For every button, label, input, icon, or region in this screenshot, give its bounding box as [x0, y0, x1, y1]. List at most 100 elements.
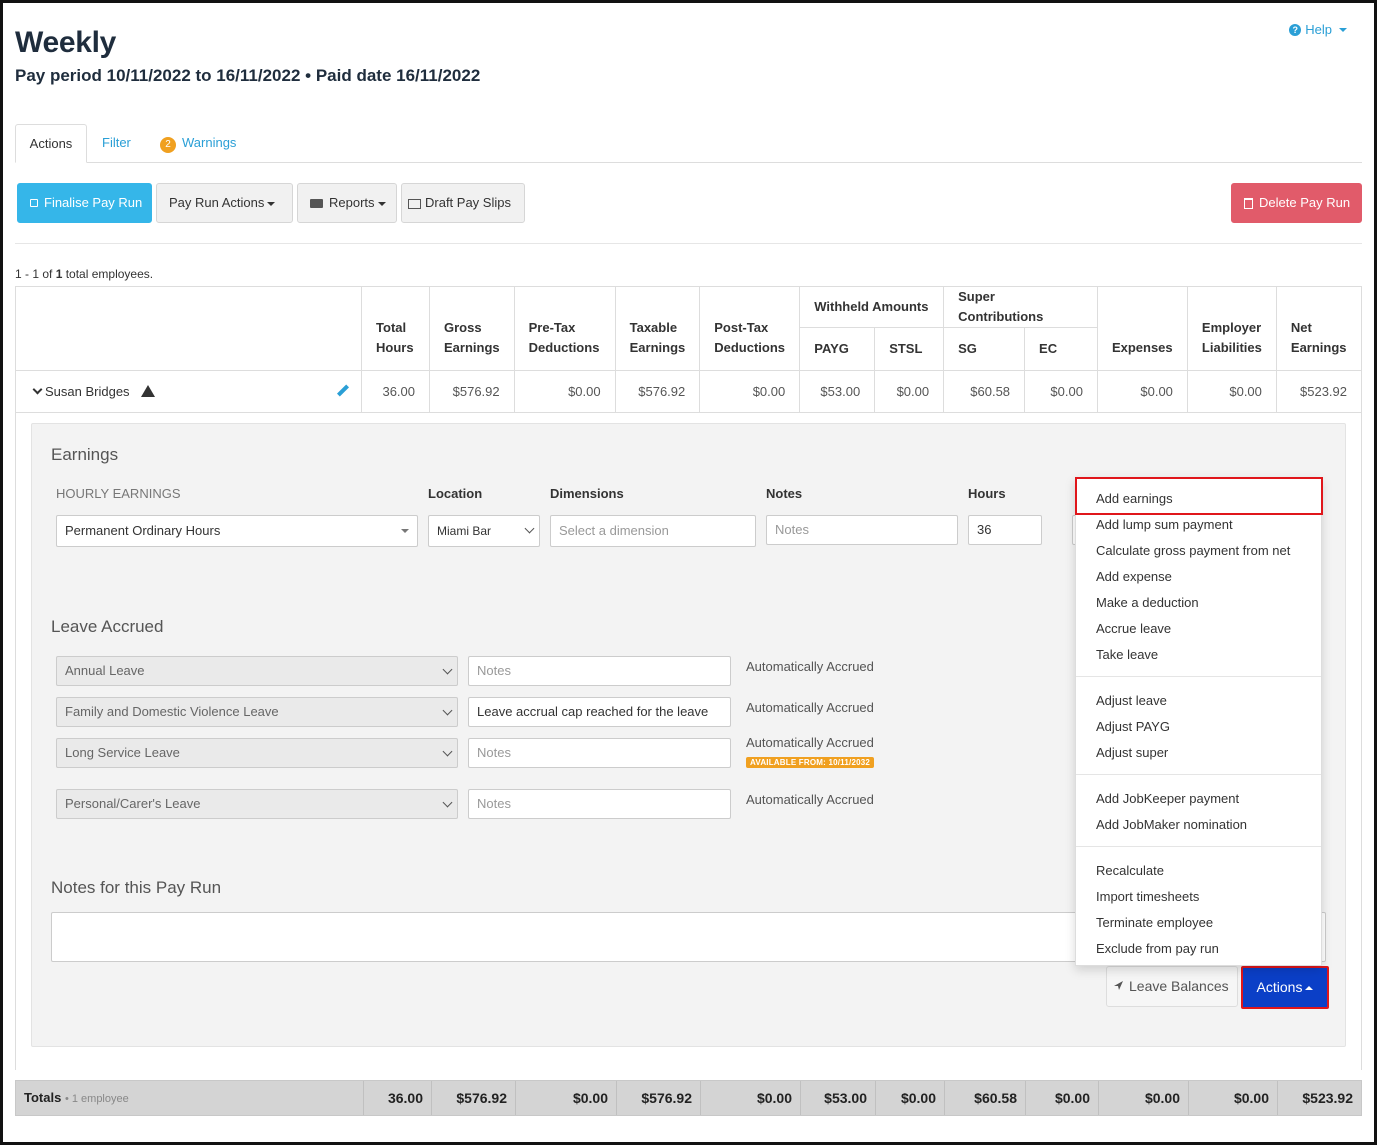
- delete-pay-run-button[interactable]: Delete Pay Run: [1231, 183, 1362, 223]
- actions-button[interactable]: Actions: [1241, 966, 1329, 1009]
- menu-item-calculate-gross-from-net[interactable]: Calculate gross payment from net: [1096, 543, 1290, 558]
- leave-type-select[interactable]: Family and Domestic Violence Leave: [56, 697, 458, 727]
- chevron-down-icon[interactable]: [32, 384, 43, 395]
- accrual-status: Automatically Accrued: [746, 792, 874, 807]
- tab-label: Warnings: [182, 135, 237, 150]
- totals-label: Totals • 1 employee: [24, 1090, 129, 1105]
- total-pretax: $0.00: [515, 1081, 616, 1115]
- total-expenses: $0.00: [1098, 1081, 1188, 1115]
- menu-item-add-lump-sum-payment[interactable]: Add lump sum payment: [1096, 517, 1233, 532]
- leave-notes-input[interactable]: Notes: [468, 738, 731, 768]
- menu-item-add-expense[interactable]: Add expense: [1096, 569, 1172, 584]
- menu-item-import-timesheets[interactable]: Import timesheets: [1096, 889, 1199, 904]
- cell-employer: $0.00: [1186, 370, 1277, 413]
- highlight-box: [1075, 477, 1323, 515]
- header-sg: SG: [943, 327, 1026, 371]
- menu-divider: [1076, 846, 1321, 847]
- leave-type-select[interactable]: Personal/Carer's Leave: [56, 789, 458, 819]
- document-icon: [408, 198, 421, 209]
- chevron-down-icon: [1339, 27, 1347, 32]
- draft-pay-slips-button[interactable]: Draft Pay Slips: [401, 183, 525, 223]
- folder-icon: [310, 199, 323, 209]
- earnings-notes-input[interactable]: Notes: [766, 515, 958, 545]
- pencil-icon[interactable]: [337, 384, 350, 397]
- header-posttax-deductions: Post-Tax Deductions: [699, 286, 801, 371]
- reports-button[interactable]: Reports: [297, 183, 397, 223]
- leave-type-select[interactable]: Long Service Leave: [56, 738, 458, 768]
- finalise-label: Finalise Pay Run: [44, 195, 143, 210]
- menu-item-recalculate[interactable]: Recalculate: [1096, 863, 1164, 878]
- menu-item-adjust-payg[interactable]: Adjust PAYG: [1096, 719, 1170, 734]
- menu-divider: [1076, 774, 1321, 775]
- header-super-contributions: Super Contributions: [943, 286, 1098, 328]
- tab-filter[interactable]: Filter: [90, 124, 143, 163]
- chevron-down-icon: [442, 797, 453, 808]
- accrual-status: Automatically Accrued: [746, 659, 874, 674]
- leave-balances-button[interactable]: Leave Balances: [1106, 966, 1238, 1007]
- help-label: Help: [1305, 22, 1332, 37]
- pay-category-select[interactable]: Permanent Ordinary Hours: [56, 515, 418, 547]
- menu-item-exclude-from-pay-run[interactable]: Exclude from pay run: [1096, 941, 1219, 956]
- total-sg: $60.58: [944, 1081, 1025, 1115]
- total-payg: $53.00: [800, 1081, 875, 1115]
- hours-label: Hours: [968, 486, 1006, 501]
- table-row[interactable]: Susan Bridges 36.00 $576.92 $0.00 $576.9…: [14, 370, 1363, 413]
- pay-run-actions-button[interactable]: Pay Run Actions: [156, 183, 293, 223]
- total-ec: $0.00: [1025, 1081, 1098, 1115]
- accrual-status: Automatically Accrued: [746, 700, 874, 715]
- header-total-hours: Total Hours: [361, 286, 431, 371]
- menu-item-add-jobmaker[interactable]: Add JobMaker nomination: [1096, 817, 1247, 832]
- leave-type-value: Personal/Carer's Leave: [65, 796, 201, 811]
- leave-notes-input[interactable]: Notes: [468, 656, 731, 686]
- header-expenses: Expenses: [1096, 286, 1188, 371]
- leave-balances-label: Leave Balances: [1129, 978, 1229, 994]
- leave-type-select[interactable]: Annual Leave: [56, 656, 458, 686]
- tab-warnings[interactable]: 2 Warnings: [148, 124, 248, 163]
- chevron-down-icon: [524, 523, 535, 534]
- cell-taxable: $576.92: [614, 370, 701, 413]
- chevron-up-icon: [1305, 986, 1314, 991]
- page-title: Weekly: [15, 26, 117, 59]
- header-payg: PAYG: [799, 327, 876, 371]
- employee-name[interactable]: Susan Bridges: [45, 384, 130, 399]
- leave-type-value: Long Service Leave: [65, 745, 180, 760]
- dimension-select[interactable]: Select a dimension: [550, 515, 756, 547]
- delete-label: Delete Pay Run: [1259, 195, 1351, 210]
- cell-sg: $60.58: [943, 370, 1026, 413]
- chevron-down-icon: [267, 201, 276, 206]
- location-label: Location: [428, 486, 483, 501]
- menu-divider: [1076, 676, 1321, 677]
- total-gross: $576.92: [431, 1081, 515, 1115]
- divider: [15, 243, 1362, 244]
- menu-item-adjust-super[interactable]: Adjust super: [1096, 745, 1168, 760]
- leave-notes-input[interactable]: Leave accrual cap reached for the leave: [468, 697, 731, 727]
- menu-item-terminate-employee[interactable]: Terminate employee: [1096, 915, 1213, 930]
- accrual-status: Automatically Accrued: [746, 735, 874, 750]
- total-posttax: $0.00: [700, 1081, 800, 1115]
- location-select[interactable]: Miami Bar: [428, 515, 540, 547]
- menu-item-take-leave[interactable]: Take leave: [1096, 647, 1158, 662]
- pay-period-subtitle: Pay period 10/11/2022 to 16/11/2022 • Pa…: [15, 66, 481, 85]
- tab-actions[interactable]: Actions: [15, 124, 87, 163]
- cell-net: $523.92: [1275, 370, 1363, 413]
- notes-label: Notes: [766, 486, 803, 501]
- chevron-down-icon: [377, 201, 386, 206]
- total-net: $523.92: [1277, 1081, 1361, 1115]
- actions-label: Actions: [1256, 979, 1303, 995]
- pay-category-value: Permanent Ordinary Hours: [65, 523, 221, 538]
- employee-cell[interactable]: Susan Bridges: [14, 370, 363, 413]
- warnings-count-badge: 2: [160, 137, 176, 153]
- cell-posttax: $0.00: [699, 370, 801, 413]
- menu-item-accrue-leave[interactable]: Accrue leave: [1096, 621, 1171, 636]
- help-link[interactable]: ? Help: [1289, 22, 1347, 37]
- reports-label: Reports: [329, 195, 375, 210]
- leave-notes-input[interactable]: Notes: [468, 789, 731, 819]
- hours-input[interactable]: 36: [968, 515, 1042, 545]
- available-from-badge: AVAILABLE FROM: 10/11/2032: [746, 757, 875, 768]
- finalise-pay-run-button[interactable]: Finalise Pay Run: [17, 183, 152, 223]
- warning-icon: [141, 385, 156, 397]
- menu-item-make-deduction[interactable]: Make a deduction: [1096, 595, 1199, 610]
- menu-item-add-jobkeeper[interactable]: Add JobKeeper payment: [1096, 791, 1239, 806]
- chevron-down-icon: [401, 529, 409, 533]
- menu-item-adjust-leave[interactable]: Adjust leave: [1096, 693, 1167, 708]
